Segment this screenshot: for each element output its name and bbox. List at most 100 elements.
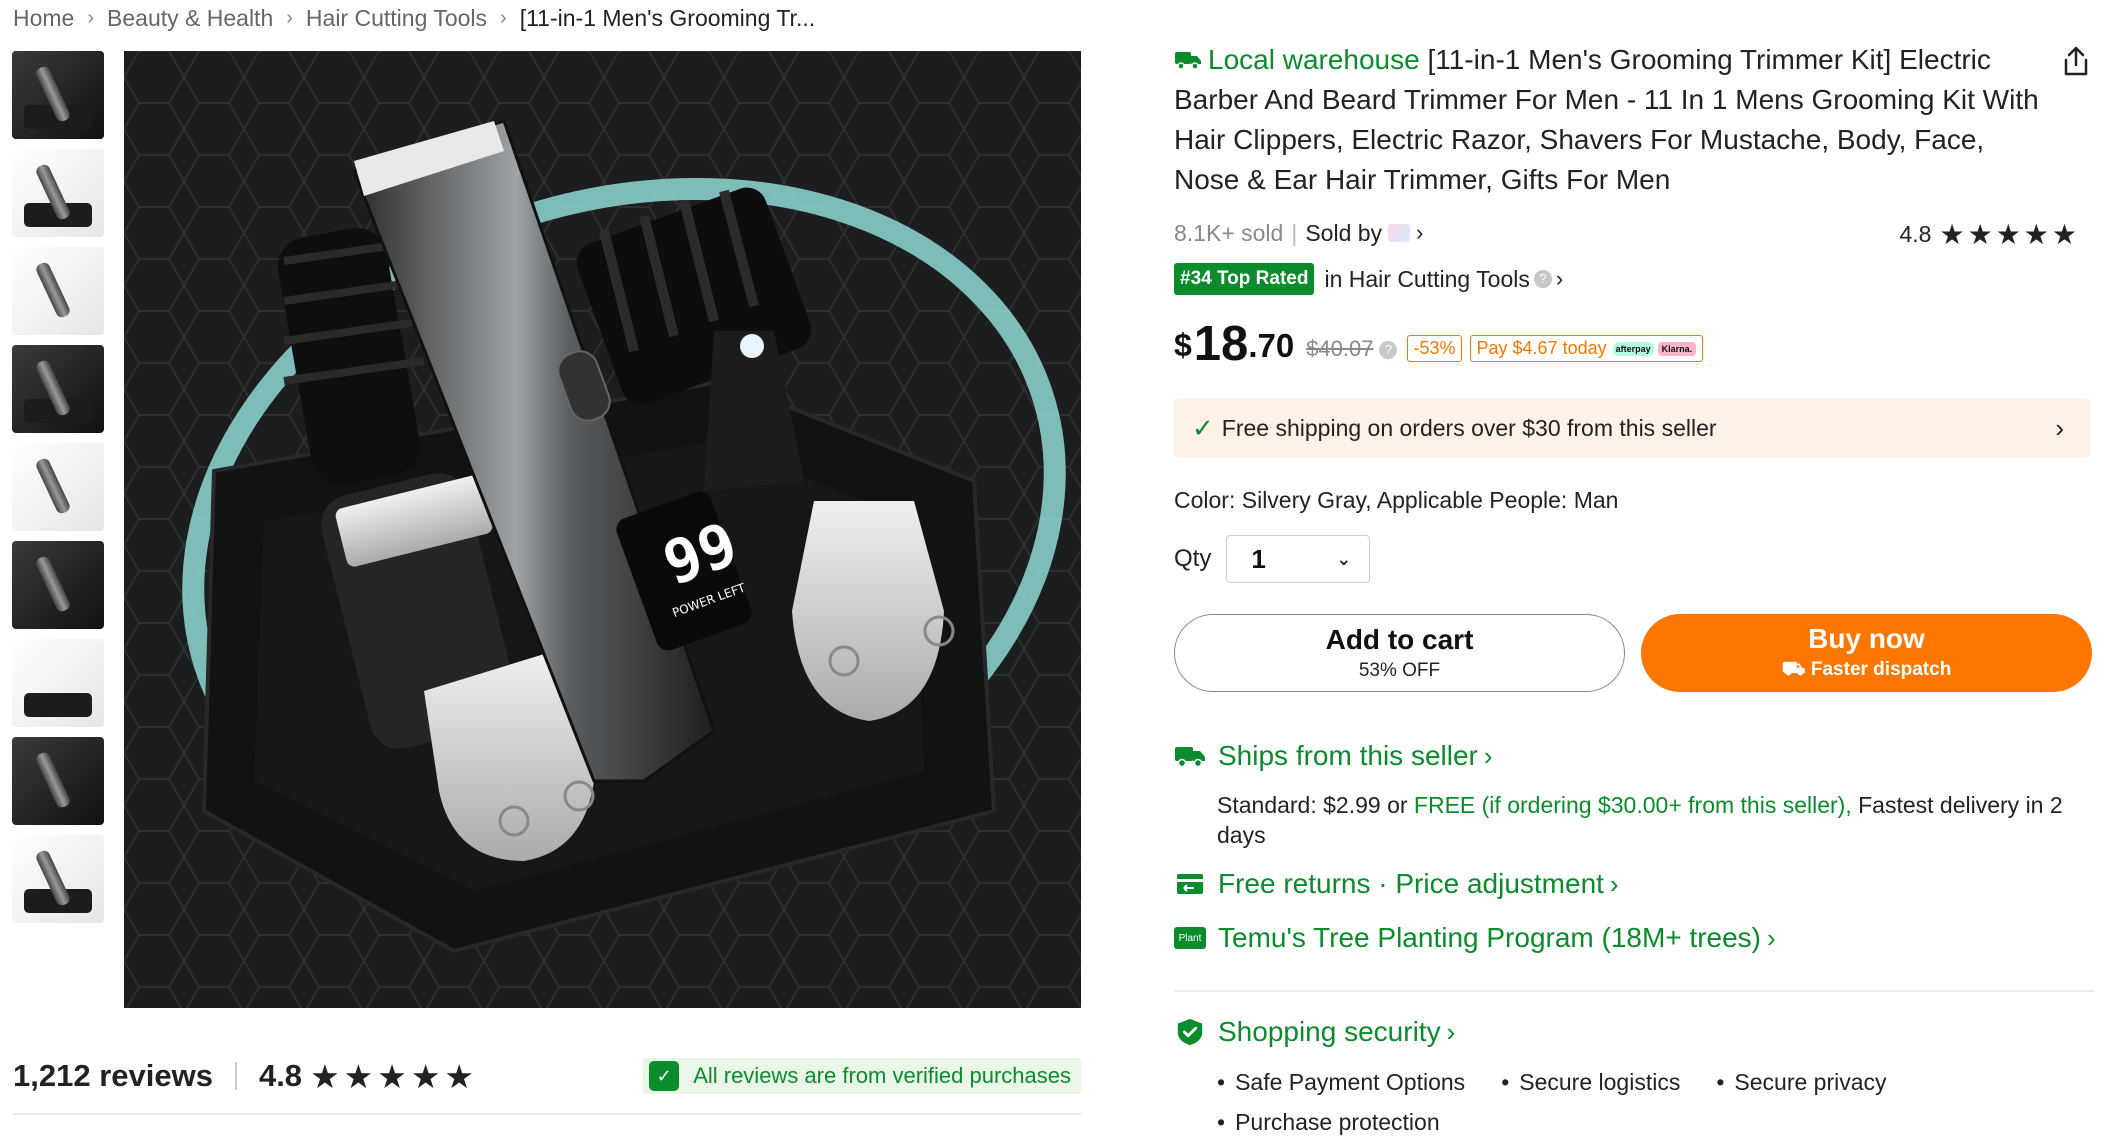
product-specs[interactable]: Color: Silvery Gray, Applicable People: …	[1174, 487, 1618, 514]
quantity-select[interactable]: 1 ⌄	[1226, 535, 1371, 583]
buy-now-label: Buy now	[1808, 623, 1925, 654]
buy-now-button[interactable]: Buy now ⛟ Faster dispatch	[1641, 614, 2092, 692]
truck-icon	[1175, 747, 1205, 768]
price-currency: $	[1174, 327, 1192, 363]
chevron-right-icon: ›	[286, 6, 293, 29]
original-price: $40.07	[1306, 336, 1374, 361]
shopping-security-link[interactable]: Shopping security ›	[1174, 1016, 1455, 1048]
returns-icon	[1177, 874, 1203, 894]
tree-planting-text: Temu's Tree Planting Program (18M+ trees…	[1218, 922, 1762, 953]
thumbnail-3[interactable]	[12, 247, 104, 335]
truck-icon: ⛟	[1781, 659, 1811, 680]
thumbnail-7[interactable]	[12, 639, 104, 727]
shield-icon	[1177, 1018, 1203, 1046]
star-rating-icon: ★★★★★	[1939, 219, 2080, 250]
afterpay-logo: afterpay	[1612, 341, 1654, 356]
reviews-count[interactable]: 1,212 reviews	[13, 1058, 213, 1094]
rating-value: 4.8	[1899, 221, 1932, 247]
security-item: Safe Payment Options	[1217, 1069, 1465, 1096]
local-warehouse-label: Local warehouse	[1208, 44, 1420, 75]
verified-reviews-badge: ✓ All reviews are from verified purchase…	[643, 1058, 1081, 1094]
thumbnail-5[interactable]	[12, 443, 104, 531]
divider	[234, 1062, 237, 1090]
verified-text: All reviews are from verified purchases	[693, 1063, 1071, 1088]
standard-shipping: Standard: $2.99 or	[1217, 792, 1414, 818]
product-rating[interactable]: 4.8 ★★★★★	[1900, 218, 2081, 251]
breadcrumb-beauty-health[interactable]: Beauty & Health	[107, 5, 273, 32]
chevron-right-icon: ›	[1555, 266, 1564, 291]
shipping-details: Standard: $2.99 or FREE (if ordering $30…	[1217, 790, 2092, 850]
ships-from-title: Ships from this seller	[1218, 740, 1478, 771]
thumbnail-6[interactable]	[12, 541, 104, 629]
breadcrumb: Home › Beauty & Health › Hair Cutting To…	[13, 4, 815, 32]
faster-dispatch-text: Faster dispatch	[1810, 659, 1952, 680]
buy-now-sublabel: ⛟ Faster dispatch	[1782, 659, 1952, 683]
thumbnail-list	[12, 51, 104, 933]
divider: |	[1291, 219, 1298, 246]
thumbnail-4[interactable]	[12, 345, 104, 433]
top-rated-badge: #34 Top Rated	[1174, 263, 1315, 295]
qty-label: Qty	[1174, 545, 1212, 572]
chevron-right-icon: ›	[1609, 868, 1619, 899]
security-list: Safe Payment Options Secure logistics Se…	[1217, 1062, 2092, 1142]
shopping-security-title: Shopping security	[1218, 1016, 1441, 1047]
sales-meta: 8.1K+ sold | Sold by › 4.8 ★★★★★	[1174, 218, 2094, 251]
product-title: Local warehouse [11-in-1 Men's Grooming …	[1174, 40, 2054, 200]
thumbnail-9[interactable]	[12, 835, 104, 923]
price-integer: 18	[1193, 317, 1249, 371]
chevron-right-icon: ›	[2055, 412, 2064, 443]
breadcrumb-hair-cutting-tools[interactable]: Hair Cutting Tools	[306, 5, 487, 32]
quantity-row: Qty 1 ⌄	[1174, 535, 1371, 583]
pay-later-badge[interactable]: Pay $4.67 today afterpay Klarna.	[1469, 335, 1704, 362]
truck-icon	[1175, 52, 1201, 70]
divider	[13, 1113, 1081, 1115]
qty-value: 1	[1251, 543, 1266, 574]
add-to-cart-label: Add to cart	[1325, 624, 1474, 655]
security-item: Purchase protection	[1217, 1109, 1440, 1136]
add-to-cart-button[interactable]: Add to cart 53% OFF	[1174, 614, 1625, 692]
reviews-summary: 1,212 reviews 4.8 ★★★★★ ✓ All reviews ar…	[13, 1050, 1081, 1102]
shield-icon: ✓	[649, 1061, 680, 1091]
klarna-logo: Klarna.	[1657, 341, 1697, 356]
thumbnail-8[interactable]	[12, 737, 104, 825]
seller-logo-icon[interactable]	[1388, 224, 1411, 242]
price-decimal: .70	[1248, 327, 1295, 364]
product-illustration: 99 POWER LEFT	[124, 51, 1081, 1008]
chevron-right-icon: ›	[1483, 740, 1493, 771]
chevron-right-icon[interactable]: ›	[1416, 220, 1423, 246]
chevron-right-icon: ›	[1767, 922, 1776, 953]
thumbnail-1[interactable]	[12, 51, 104, 139]
rank-category: in Hair Cutting Tools	[1324, 265, 1530, 292]
share-icon[interactable]	[2062, 45, 2090, 77]
divider	[1174, 990, 2094, 992]
pay-today-text: Pay $4.67 today	[1476, 338, 1607, 358]
sold-count: 8.1K+ sold	[1174, 219, 1284, 246]
security-item: Secure privacy	[1716, 1069, 1886, 1096]
plant-icon: Plant	[1174, 927, 1206, 949]
product-info: Local warehouse [11-in-1 Men's Grooming …	[1174, 40, 2094, 200]
reviews-rating: 4.8	[258, 1058, 303, 1093]
breadcrumb-current: [11-in-1 Men's Grooming Tr...	[519, 4, 816, 31]
add-to-cart-sublabel: 53% OFF	[1358, 660, 1441, 681]
check-icon: ✓	[1192, 412, 1214, 443]
free-shipping-banner[interactable]: ✓ Free shipping on orders over $30 from …	[1174, 398, 2090, 458]
price-row: $ 18 .70 $40.07 ? -53% Pay $4.67 today a…	[1174, 317, 1704, 371]
rank-row[interactable]: #34 Top Rated in Hair Cutting Tools ? ›	[1174, 262, 1563, 296]
free-returns-text: Free returns · Price adjustment	[1218, 868, 1604, 899]
thumbnail-2[interactable]	[12, 149, 104, 237]
breadcrumb-home[interactable]: Home	[13, 5, 74, 32]
chevron-right-icon: ›	[87, 6, 95, 29]
ships-from-seller-link[interactable]: Ships from this seller ›	[1174, 740, 1493, 772]
question-icon[interactable]: ?	[1533, 270, 1552, 288]
chevron-right-icon: ›	[1446, 1016, 1456, 1047]
tree-planting-link[interactable]: Plant Temu's Tree Planting Program (18M+…	[1174, 922, 1776, 954]
chevron-down-icon: ⌄	[1336, 548, 1352, 569]
security-item: Secure logistics	[1501, 1069, 1680, 1096]
free-returns-link[interactable]: Free returns · Price adjustment ›	[1174, 868, 1619, 900]
star-rating-icon: ★★★★★	[310, 1057, 478, 1095]
free-shipping-text: Free shipping on orders over $30 from th…	[1221, 414, 1717, 441]
main-product-image[interactable]: 99 POWER LEFT	[124, 51, 1081, 1008]
sold-by-label: Sold by	[1305, 219, 1383, 246]
free-shipping-condition: FREE (if ordering $30.00+ from this sell…	[1413, 792, 1852, 818]
question-icon[interactable]: ?	[1379, 341, 1398, 359]
